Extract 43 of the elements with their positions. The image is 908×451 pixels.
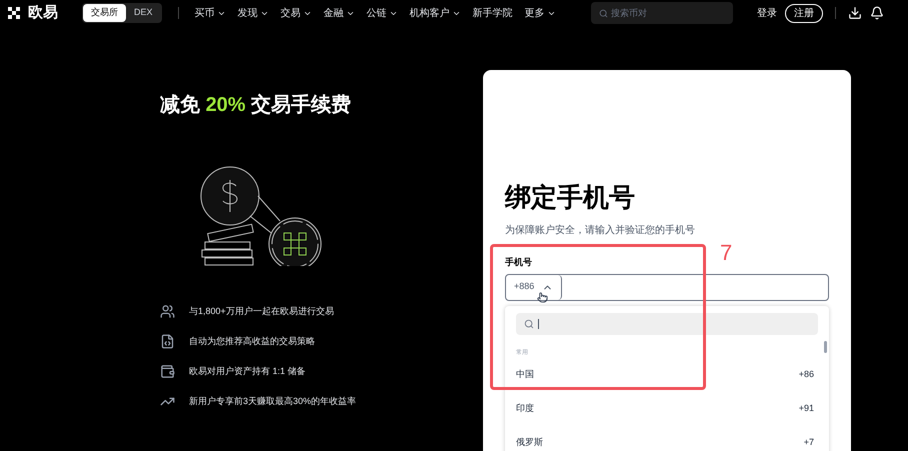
feature-text: 自动为您推荐高收益的交易策略 <box>189 334 315 348</box>
feature-text: 欧易对用户资产持有 1:1 储备 <box>189 364 306 378</box>
country-name: 印度 <box>516 402 534 415</box>
feature-text: 与1,800+万用户一起在欧易进行交易 <box>189 304 334 318</box>
nav-menu-item[interactable]: 买币 <box>194 6 226 20</box>
country-name: 中国 <box>516 368 534 381</box>
nav-menu-item[interactable]: 新手学院 <box>472 6 513 20</box>
download-icon[interactable] <box>848 6 862 20</box>
logo-text: 欧易 <box>28 2 58 23</box>
country-code: +7 <box>804 436 815 449</box>
country-code: +86 <box>798 368 815 381</box>
country-option[interactable]: 中国 +86 <box>516 358 818 392</box>
register-button[interactable]: 注册 <box>785 4 823 22</box>
nav-menu-item[interactable]: 机构客户 <box>410 6 461 20</box>
country-code: +91 <box>798 402 815 415</box>
search-icon <box>599 9 608 18</box>
phone-input-field[interactable]: +886 <box>505 274 829 300</box>
form-subtitle: 为保障账户安全，请输入并验证您的手机号 <box>505 224 696 238</box>
annotation-number: 7 <box>720 239 732 267</box>
nav-menu-item[interactable]: 公链 <box>366 6 398 20</box>
country-search-field[interactable] <box>516 312 818 334</box>
login-link[interactable]: 登录 <box>757 6 777 20</box>
feature-icon <box>160 304 175 319</box>
nav-menu-item[interactable]: 交易 <box>280 6 312 20</box>
feature-icon <box>160 334 175 349</box>
phone-label: 手机号 <box>505 256 533 269</box>
nav-menu-item[interactable]: 更多 <box>524 6 556 20</box>
notification-bell-icon[interactable] <box>870 6 884 20</box>
feature-icon <box>160 364 175 379</box>
country-code-selector[interactable]: +886 <box>506 274 562 300</box>
mode-tab[interactable]: 交易所 <box>83 4 126 22</box>
promo-headline: 减免 20% 交易手续费 <box>160 92 352 118</box>
nav-menu-item[interactable]: 金融 <box>324 6 355 20</box>
form-title: 绑定手机号 <box>505 181 636 214</box>
country-option[interactable]: 俄罗斯 +7 <box>516 426 818 451</box>
hand-cursor-icon <box>537 292 548 302</box>
search-icon <box>524 318 534 328</box>
search-field[interactable]: 搜索币对 <box>591 2 733 24</box>
mode-tab[interactable]: DEX <box>126 4 161 22</box>
country-name: 俄罗斯 <box>516 436 543 449</box>
country-option[interactable]: 印度 +91 <box>516 392 818 426</box>
nav-menu-item[interactable]: 发现 <box>238 6 269 20</box>
feature-text: 新用户专享前3天赚取最高30%的年收益率 <box>189 394 356 408</box>
